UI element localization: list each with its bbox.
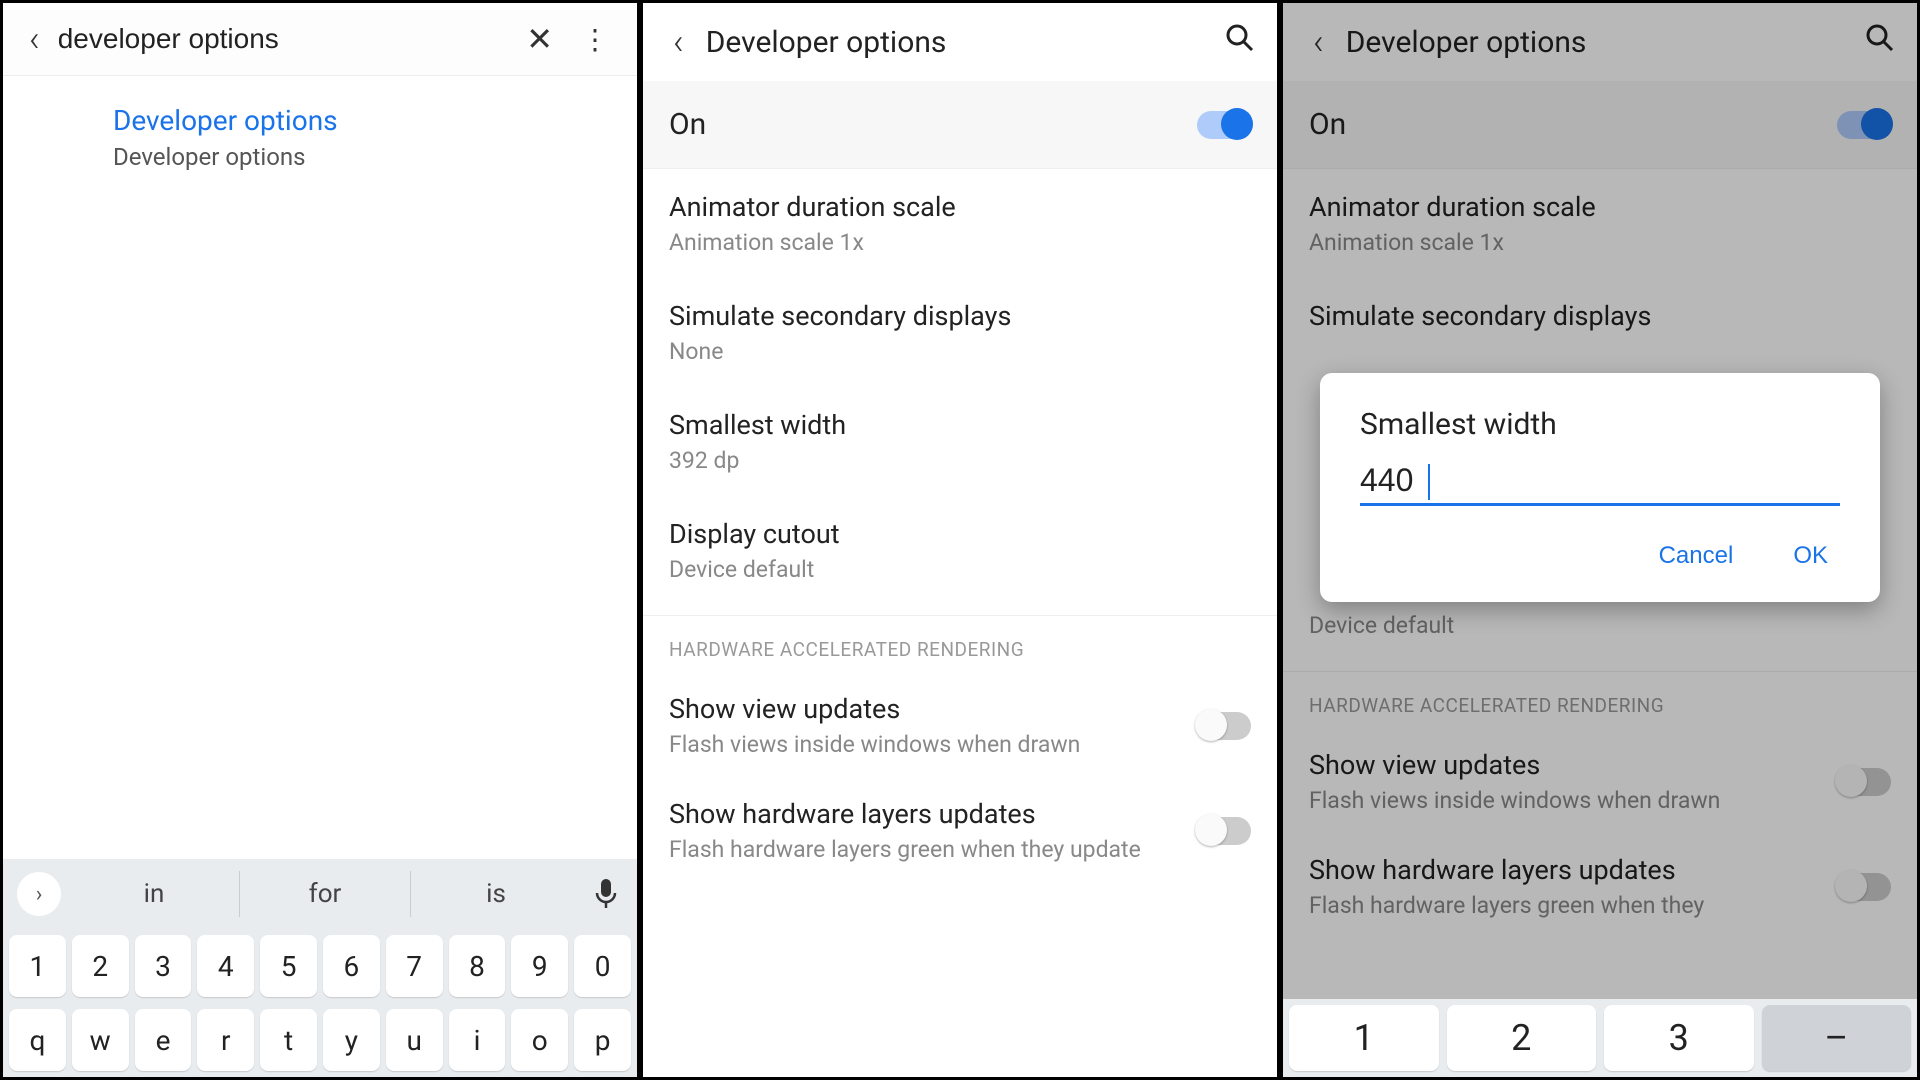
search-input-wrap [48,17,508,61]
master-switch[interactable] [1197,111,1251,139]
expand-icon[interactable]: › [17,872,61,916]
key-5[interactable]: 5 [260,935,317,997]
setting-title: Show hardware layers updates [669,798,1197,830]
numkey-1[interactable]: 1 [1289,1005,1439,1071]
panel-dialog: ‹ Developer options On Animator duration… [1280,0,1920,1080]
key-3[interactable]: 3 [135,935,192,997]
key-2[interactable]: 2 [72,935,129,997]
setting-title: Display cutout [669,518,1251,550]
key-p[interactable]: p [574,1009,631,1071]
key-1[interactable]: 1 [9,935,66,997]
setting-sub: None [669,338,1251,365]
setting-title: Simulate secondary displays [669,300,1251,332]
setting-smallest-width[interactable]: Smallest width 392 dp [643,387,1277,496]
header: ‹ Developer options [643,3,1277,81]
setting-sub: Animation scale 1x [669,229,1251,256]
toggle-switch[interactable] [1197,817,1251,845]
setting-title: Smallest width [669,409,1251,441]
numkey-dash[interactable]: – [1762,1005,1912,1071]
dialog-actions: Cancel OK [1360,534,1840,578]
result-sub: Developer options [113,143,619,171]
smallest-width-dialog: Smallest width Cancel OK [1320,373,1880,602]
cancel-button[interactable]: Cancel [1647,534,1746,578]
setting-sub: Device default [669,556,1251,583]
clear-icon[interactable]: ✕ [508,20,571,58]
text-cursor [1428,464,1430,500]
keyboard: › in for is 1 2 3 4 5 6 7 8 9 0 q w e [3,859,637,1077]
letter-row: q w e r t y u i o p [3,1003,637,1077]
dialog-input[interactable] [1360,462,1840,499]
page-title: Developer options [706,25,1225,60]
number-row: 1 2 3 4 5 6 7 8 9 0 [3,929,637,1003]
setting-sub: Flash hardware layers green when they up… [669,836,1197,863]
key-y[interactable]: y [323,1009,380,1071]
setting-sub: 392 dp [669,447,1251,474]
search-icon[interactable] [1225,23,1255,61]
dialog-title: Smallest width [1360,407,1840,442]
setting-title: Show view updates [669,693,1197,725]
key-r[interactable]: r [197,1009,254,1071]
panel-search: ‹ ✕ ⋮ Developer options Developer option… [0,0,640,1080]
section-header: HARDWARE ACCELERATED RENDERING [643,615,1277,673]
setting-sub: Flash views inside windows when drawn [669,731,1197,758]
ok-button[interactable]: OK [1781,534,1840,578]
setting-view-updates[interactable]: Show view updates Flash views inside win… [643,673,1277,778]
suggestion-3[interactable]: is [411,871,581,917]
dialog-input-wrap [1360,462,1840,506]
back-icon[interactable]: ‹ [665,21,692,63]
key-6[interactable]: 6 [323,935,380,997]
key-u[interactable]: u [386,1009,443,1071]
setting-animator[interactable]: Animator duration scale Animation scale … [643,169,1277,278]
setting-hw-layers[interactable]: Show hardware layers updates Flash hardw… [643,778,1277,883]
search-result[interactable]: Developer options Developer options [3,76,637,189]
key-q[interactable]: q [9,1009,66,1071]
on-label: On [669,107,1197,142]
master-toggle-row[interactable]: On [643,81,1277,169]
key-o[interactable]: o [511,1009,568,1071]
suggestion-row: › in for is [3,859,637,929]
suggestion-1[interactable]: in [69,871,240,917]
key-7[interactable]: 7 [386,935,443,997]
numkey-2[interactable]: 2 [1447,1005,1597,1071]
key-0[interactable]: 0 [574,935,631,997]
key-t[interactable]: t [260,1009,317,1071]
panel-devoptions: ‹ Developer options On Animator duration… [640,0,1280,1080]
key-e[interactable]: e [135,1009,192,1071]
setting-simulate-displays[interactable]: Simulate secondary displays None [643,278,1277,387]
overflow-icon[interactable]: ⋮ [571,23,619,56]
setting-title: Animator duration scale [669,191,1251,223]
suggestions: in for is [69,871,581,917]
setting-display-cutout[interactable]: Display cutout Device default [643,496,1277,605]
numkey-3[interactable]: 3 [1604,1005,1754,1071]
key-i[interactable]: i [449,1009,506,1071]
key-4[interactable]: 4 [197,935,254,997]
numpad: 1 2 3 – [1283,999,1917,1077]
suggestion-2[interactable]: for [240,871,411,917]
key-8[interactable]: 8 [449,935,506,997]
key-9[interactable]: 9 [511,935,568,997]
toggle-switch[interactable] [1197,712,1251,740]
back-icon[interactable]: ‹ [21,18,48,60]
result-title: Developer options [113,104,619,137]
search-input[interactable] [48,17,429,61]
mic-icon[interactable] [589,877,623,911]
search-bar: ‹ ✕ ⋮ [3,3,637,76]
key-w[interactable]: w [72,1009,129,1071]
